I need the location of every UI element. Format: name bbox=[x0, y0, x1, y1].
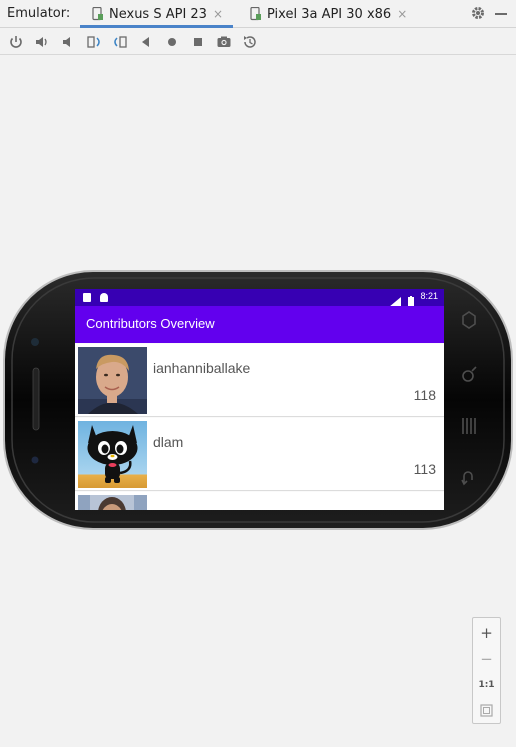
zoom-fit-button[interactable] bbox=[473, 698, 500, 722]
back-icon[interactable] bbox=[137, 33, 155, 51]
list-item[interactable]: dlam 113 bbox=[75, 418, 444, 491]
emulator-toolbar bbox=[0, 29, 516, 55]
contributor-name: dlam bbox=[153, 434, 184, 450]
tab-nexus-s[interactable]: Nexus S API 23 × bbox=[80, 0, 233, 28]
volume-down-icon[interactable] bbox=[59, 33, 77, 51]
contribution-count: 113 bbox=[413, 461, 436, 477]
overview-icon[interactable] bbox=[189, 33, 207, 51]
rotate-right-icon[interactable] bbox=[111, 33, 129, 51]
list-item[interactable] bbox=[75, 492, 444, 510]
status-bar: 8:21 bbox=[75, 289, 444, 307]
fit-screen-icon bbox=[480, 703, 493, 717]
device-icon bbox=[92, 6, 104, 21]
minimize-icon[interactable] bbox=[495, 13, 507, 15]
tab-label: Nexus S API 23 bbox=[109, 6, 207, 22]
zoom-controls: + − 1:1 bbox=[472, 617, 501, 724]
device-screen[interactable]: 8:21 Contributors Overview ianhanniballa… bbox=[75, 289, 444, 510]
avatar bbox=[78, 495, 147, 510]
zoom-actual-size-button[interactable]: 1:1 bbox=[473, 673, 500, 697]
device-icon bbox=[250, 6, 262, 21]
list-item[interactable]: ianhanniballake 118 bbox=[75, 344, 444, 417]
close-icon[interactable]: × bbox=[397, 7, 407, 21]
zoom-in-button[interactable]: + bbox=[473, 621, 500, 645]
tab-pixel-3a[interactable]: Pixel 3a API 30 x86 × bbox=[246, 0, 411, 28]
power-icon[interactable] bbox=[7, 33, 25, 51]
gear-icon[interactable] bbox=[470, 5, 486, 21]
volume-up-icon[interactable] bbox=[33, 33, 51, 51]
screenshot-icon[interactable] bbox=[215, 33, 233, 51]
avatar bbox=[78, 421, 147, 488]
contribution-count: 118 bbox=[413, 387, 436, 403]
app-bar: Contributors Overview bbox=[75, 306, 444, 343]
snapshot-icon[interactable] bbox=[241, 33, 259, 51]
rotate-left-icon[interactable] bbox=[85, 33, 103, 51]
contributor-name: ianhanniballake bbox=[153, 360, 251, 376]
zoom-out-button[interactable]: − bbox=[473, 647, 500, 671]
close-icon[interactable]: × bbox=[213, 7, 223, 21]
app-title: Contributors Overview bbox=[86, 316, 215, 331]
home-icon[interactable] bbox=[163, 33, 181, 51]
status-time: 8:21 bbox=[420, 291, 438, 301]
emulator-tab-bar: Emulator: Nexus S API 23 × Pixel 3a API … bbox=[0, 0, 516, 28]
sd-card-icon bbox=[83, 293, 91, 302]
android-icon bbox=[100, 293, 108, 302]
emulator-label: Emulator: bbox=[7, 6, 71, 21]
tab-label: Pixel 3a API 30 x86 bbox=[267, 6, 392, 22]
avatar bbox=[78, 347, 147, 414]
